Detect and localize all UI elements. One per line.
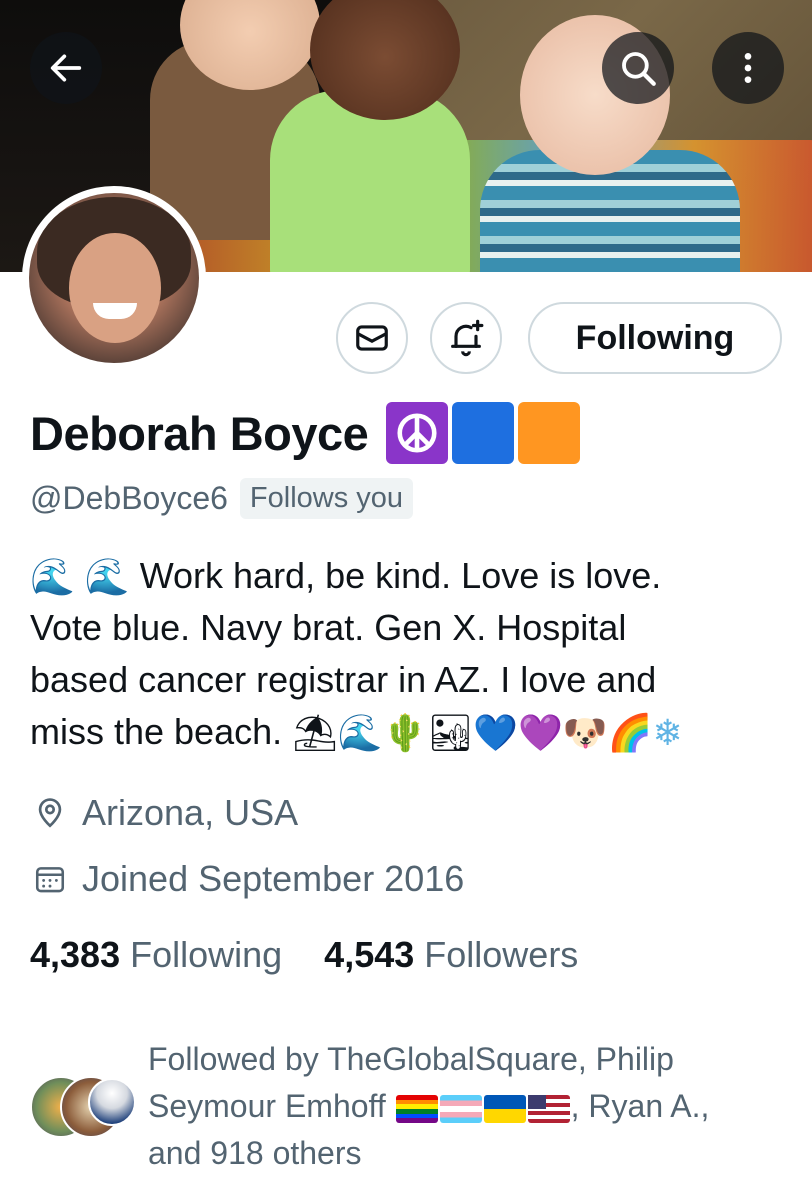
followed-by-section[interactable]: Followed by TheGlobalSquare, Philip Seym… — [30, 1036, 790, 1177]
rainbow-flag-icon — [395, 1094, 438, 1123]
display-name-row: Deborah Boyce — [30, 400, 581, 466]
water-wave-icon: 🌊 — [337, 713, 383, 755]
follower-name: Seymour Emhoff — [148, 1088, 386, 1124]
profile-bio: 🌊 🌊 Work hard, be kind. Love is love. Vo… — [30, 550, 790, 758]
more-options-button[interactable] — [712, 32, 784, 104]
location-row: Arizona, USA — [30, 792, 298, 834]
followers-label: Followers — [424, 934, 579, 975]
search-button[interactable] — [602, 32, 674, 104]
water-wave-icon: 🌊 — [30, 557, 75, 599]
message-button[interactable] — [336, 302, 408, 374]
notifications-button[interactable] — [430, 302, 502, 374]
location-pin-icon — [30, 793, 70, 833]
cactus-icon: 🌵 — [382, 713, 428, 755]
bio-text: miss the beach. — [30, 711, 283, 752]
avatar[interactable] — [22, 186, 206, 370]
avatar-photo — [29, 193, 199, 363]
more-vertical-icon — [744, 53, 752, 83]
bio-line-1: 🌊 🌊 Work hard, be kind. Love is love. — [30, 550, 790, 602]
followed-by-rest: , Ryan A., — [570, 1088, 710, 1124]
followers-count: 4,543 — [324, 934, 415, 975]
beach-umbrella-icon: ⛱ — [292, 713, 338, 755]
calendar-icon — [30, 859, 70, 899]
transgender-flag-icon — [439, 1094, 482, 1123]
location-text: Arizona, USA — [82, 792, 299, 833]
following-count: 4,383 — [30, 934, 121, 975]
handle-row: @DebBoyce6 Follows you — [30, 474, 414, 522]
following-button[interactable]: Following — [528, 302, 782, 374]
us-flag-icon — [527, 1094, 570, 1123]
bio-line-2: Vote blue. Navy brat. Gen X. Hospital — [30, 607, 627, 648]
followed-by-text: Followed by TheGlobalSquare, Philip Seym… — [148, 1036, 768, 1177]
followed-by-line-2: Seymour Emhoff , Ryan A., — [148, 1083, 768, 1130]
followers-stat[interactable]: 4,543 Followers — [324, 934, 578, 976]
joined-row: Joined September 2016 — [30, 858, 464, 900]
user-handle: @DebBoyce6 — [30, 479, 228, 516]
peace-symbol-icon — [386, 402, 449, 464]
snowflake-icon: ❄ — [652, 713, 683, 755]
display-name: Deborah Boyce — [30, 406, 369, 460]
bio-line-3: based cancer registrar in AZ. I love and — [30, 659, 657, 700]
blue-heart-icon: 💙 — [473, 713, 519, 755]
rainbow-icon: 🌈 — [607, 713, 653, 755]
envelope-icon — [356, 325, 388, 351]
search-icon — [622, 52, 656, 86]
joined-date-text: Joined September 2016 — [82, 858, 465, 899]
avatar — [88, 1078, 136, 1126]
follows-you-badge: Follows you — [239, 477, 414, 519]
followed-by-avatars — [30, 1076, 140, 1146]
water-wave-icon: 🌊 — [84, 557, 130, 599]
followed-by-line-1: Followed by TheGlobalSquare, Philip — [148, 1041, 674, 1077]
desert-icon: 🏜 — [427, 713, 474, 755]
following-label: Following — [130, 934, 283, 975]
dog-face-icon: 🐶 — [562, 713, 608, 755]
purple-heart-icon: 💜 — [518, 713, 563, 755]
followed-by-line-3: and 918 others — [148, 1135, 362, 1171]
follow-stats: 4,383 Following 4,543 Followers — [30, 934, 620, 976]
blue-square-icon — [452, 402, 515, 464]
bell-plus-icon — [451, 319, 484, 357]
arrow-left-icon — [50, 54, 82, 82]
bio-text: Work hard, be kind. Love is love. — [139, 555, 662, 596]
following-stat[interactable]: 4,383 Following — [30, 934, 282, 976]
bio-line-4: miss the beach. ⛱🌊🌵🏜💙💜🐶🌈❄ — [30, 706, 790, 758]
back-button[interactable] — [30, 32, 102, 104]
orange-square-icon — [518, 402, 581, 464]
ukraine-flag-icon — [483, 1094, 526, 1123]
